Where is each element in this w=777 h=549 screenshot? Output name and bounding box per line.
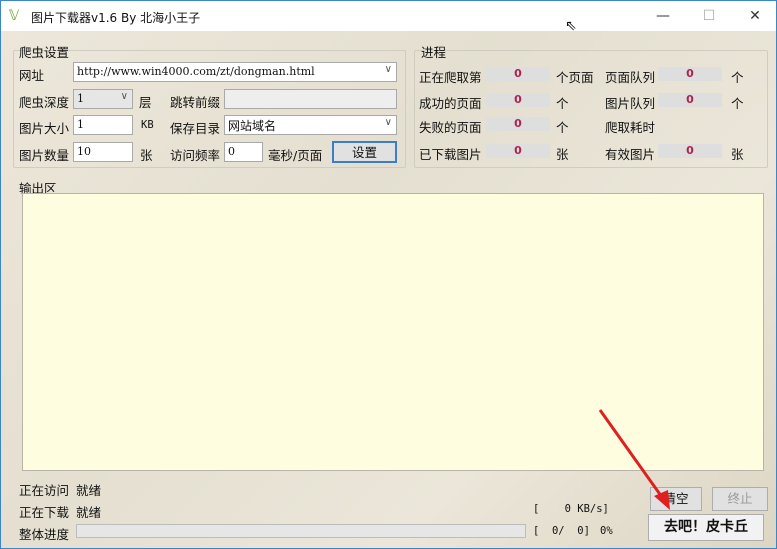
count-input[interactable]: 10: [73, 142, 133, 162]
valid-label: 有效图片: [605, 147, 656, 162]
crawling-label: 正在爬取第: [419, 70, 482, 85]
page-queue-unit: 个: [731, 70, 744, 85]
count-unit: 张: [140, 148, 153, 163]
depth-unit: 层: [139, 95, 152, 110]
overall-label: 整体进度: [19, 527, 70, 542]
failed-unit: 个: [556, 120, 569, 135]
downloaded-counter: 0: [486, 144, 550, 158]
crawling-unit: 个页面: [556, 70, 594, 85]
jump-prefix-input[interactable]: [224, 89, 397, 109]
failed-counter: 0: [486, 117, 550, 131]
stop-button[interactable]: 终止: [712, 487, 768, 511]
image-queue-label: 图片队列: [605, 96, 656, 111]
count-label: 图片数量: [19, 148, 70, 163]
progress-group-label: 进程: [421, 45, 447, 60]
url-combobox[interactable]: http://www.win4000.com/zt/dongman.html ∨: [73, 62, 397, 82]
visiting-label: 正在访问: [19, 483, 70, 498]
image-queue-counter: 0: [658, 93, 722, 107]
set-button[interactable]: 设置: [332, 141, 397, 163]
app-icon: 𝕍: [9, 8, 20, 24]
size-label: 图片大小: [19, 121, 70, 136]
depth-label: 爬虫深度: [19, 95, 70, 110]
downloaded-label: 已下载图片: [419, 147, 482, 162]
failed-label: 失败的页面: [419, 120, 482, 135]
arrow-head-icon: [654, 490, 670, 510]
close-button[interactable]: ✕: [732, 1, 777, 31]
elapsed-label: 爬取耗时: [605, 120, 656, 135]
minimize-button[interactable]: —: [640, 1, 686, 31]
chevron-down-icon[interactable]: ∨: [121, 91, 128, 102]
overall-progress-bar: [76, 524, 526, 538]
save-dir-label: 保存目录: [170, 121, 221, 136]
window-title: 图片下载器v1.6 By 北海小王子: [31, 11, 201, 25]
size-unit: KB: [141, 119, 154, 131]
page-queue-counter: 0: [658, 67, 722, 81]
success-label: 成功的页面: [419, 96, 482, 111]
visiting-value: 就绪: [76, 483, 102, 498]
success-counter: 0: [486, 93, 550, 107]
settings-group-label: 爬虫设置: [19, 45, 70, 60]
url-value: http://www.win4000.com/zt/dongman.html: [77, 65, 315, 78]
image-queue-unit: 个: [731, 96, 744, 111]
save-dir-value: 网站域名: [228, 119, 277, 133]
valid-unit: 张: [731, 147, 744, 162]
downloaded-unit: 张: [556, 147, 569, 162]
downloading-label: 正在下载: [19, 505, 70, 520]
red-arrow-annotation: [598, 409, 670, 510]
percent-readout: 0%: [600, 525, 613, 537]
url-label: 网址: [19, 68, 45, 83]
count-readout: [ 0/ 0]: [533, 525, 590, 537]
freq-unit: 毫秒/页面: [268, 148, 323, 163]
depth-value: 1: [77, 92, 84, 105]
mouse-cursor-icon: ⇖: [565, 18, 577, 34]
page-queue-label: 页面队列: [605, 70, 656, 85]
chevron-down-icon[interactable]: ∨: [385, 117, 392, 128]
valid-counter: 0: [658, 144, 722, 158]
save-dir-combobox[interactable]: 网站域名 ∨: [224, 115, 397, 135]
downloading-value: 就绪: [76, 505, 102, 520]
chevron-down-icon[interactable]: ∨: [385, 64, 392, 75]
depth-combobox[interactable]: 1 ∨: [73, 89, 133, 109]
freq-label: 访问频率: [170, 148, 221, 163]
freq-input[interactable]: 0: [224, 142, 263, 162]
maximize-button[interactable]: ☐: [686, 1, 732, 31]
title-bar: 𝕍 图片下载器v1.6 By 北海小王子 — ☐ ✕: [0, 0, 777, 31]
arrow-shaft: [598, 409, 666, 501]
size-input[interactable]: 1: [73, 115, 133, 135]
jump-prefix-label: 跳转前缀: [170, 95, 221, 110]
go-button[interactable]: 去吧！皮卡丘: [648, 514, 764, 541]
success-unit: 个: [556, 96, 569, 111]
crawling-counter: 0: [486, 67, 550, 81]
